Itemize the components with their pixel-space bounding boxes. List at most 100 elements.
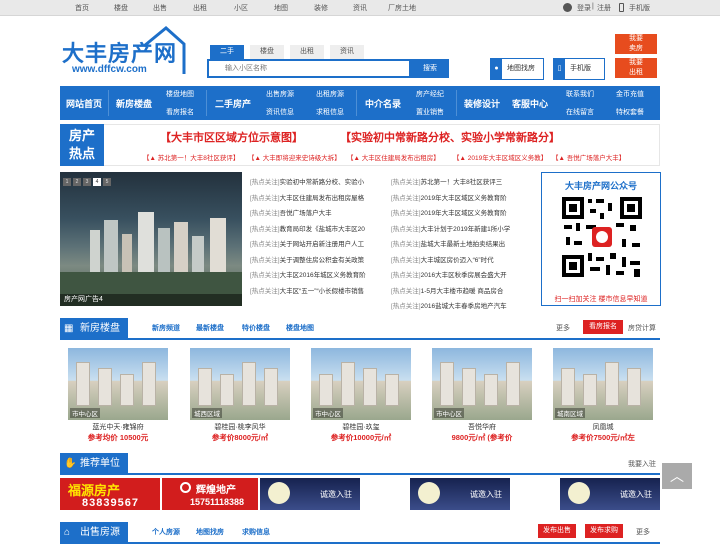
nav-sale-listings[interactable]: 出售房源 [266, 89, 294, 99]
visit-signup-button[interactable]: 看房报名 [583, 320, 623, 334]
news-item[interactable]: [热点关注]2019年大丰区域区义务教育阶 [391, 192, 513, 202]
news-item[interactable]: [热点关注]2019年大丰区域区义务教育阶 [391, 207, 513, 217]
nav-vip[interactable]: 特权套餐 [616, 107, 644, 117]
news-item[interactable]: [热点关注]实验初中常新路分校、实验小 [250, 176, 372, 186]
slider-page-5[interactable]: 5 [103, 178, 111, 186]
slider-page-4[interactable]: 4 [93, 178, 101, 186]
news-item[interactable]: [热点关注]关于网站开启新注册用户人工 [250, 238, 372, 248]
newhouse-link-latest[interactable]: 最新楼盘 [196, 323, 224, 333]
news-item[interactable]: [热点关注]苏北第一！大丰8社区获评三 [391, 176, 513, 186]
house-photo[interactable]: 市中心区 [68, 348, 168, 420]
register-link[interactable]: 注册 [597, 3, 611, 13]
ad-invite[interactable]: 诚邀入驻 [560, 478, 660, 510]
news-item[interactable]: [热点关注]关于调整住房公积金有关政策 [250, 254, 372, 264]
slider-page-2[interactable]: 2 [73, 178, 81, 186]
house-name[interactable]: 凤凰城 [553, 422, 653, 432]
news-item[interactable]: [热点关注]大丰计划于2019年新建1所小学 [391, 223, 513, 233]
publish-sale-button[interactable]: 发布出售 [538, 524, 576, 538]
house-photo[interactable]: 市中心区 [432, 348, 532, 420]
newhouse-link-special[interactable]: 特价楼盘 [242, 323, 270, 333]
top-link-rent[interactable]: 出租 [193, 3, 207, 13]
nav-rent-listings[interactable]: 出租房源 [316, 89, 344, 99]
house-name[interactable]: 碧桂园·桃李风华 [190, 422, 290, 432]
news-item[interactable]: [热点关注]大丰区住建局发布出租房屋格 [250, 192, 372, 202]
top-link-newhouse[interactable]: 楼盘 [114, 3, 128, 13]
search-tab-news[interactable]: 资讯 [330, 45, 364, 59]
top-link-news[interactable]: 资讯 [353, 3, 367, 13]
newhouse-link-map[interactable]: 楼盘地图 [286, 323, 314, 333]
news-item[interactable]: [热点关注]吾悦广场落户大丰 [250, 207, 372, 217]
news-item[interactable]: [热点关注]大丰区2016年城区义务教育阶 [250, 269, 372, 279]
hot-item[interactable]: 【▲ 苏北第一！大丰8社区获评】 [143, 152, 239, 162]
ad-slider[interactable]: 12345 房产网广告4 [60, 172, 242, 306]
house-photo[interactable]: 城南区域 [553, 348, 653, 420]
sale-link-map[interactable]: 地图找房 [196, 527, 224, 537]
search-tab-newhouse[interactable]: 楼盘 [250, 45, 284, 59]
hot-item[interactable]: 【▲ 2019年大丰区域区义务教】 [453, 152, 547, 162]
rent-out-button[interactable]: 我要 出租 [615, 58, 657, 78]
nav-broker[interactable]: 房产经纪 [416, 89, 444, 99]
newhouse-link-channel[interactable]: 新房频道 [152, 323, 180, 333]
hot-item[interactable]: 【▲ 大丰区住建局发布出租房】 [347, 152, 440, 162]
back-to-top-button[interactable]: ︿ [662, 463, 692, 489]
nav-message[interactable]: 在线留言 [566, 107, 594, 117]
sale-more-link[interactable]: 更多 [636, 527, 650, 537]
search-input[interactable] [209, 61, 399, 76]
nav-secondhand[interactable]: 二手房产 [215, 97, 251, 110]
nav-news-info[interactable]: 资讯信息 [266, 107, 294, 117]
news-item[interactable]: [热点关注]盐城大丰最新土地拍卖结果出 [391, 238, 513, 248]
map-search-button[interactable]: ● 地图找房 [490, 58, 544, 80]
nav-decoration[interactable]: 装修设计 [464, 97, 500, 110]
nav-sales[interactable]: 置业销售 [416, 107, 444, 117]
slider-page-1[interactable]: 1 [63, 178, 71, 186]
search-tab-secondhand[interactable]: 二手 [210, 45, 244, 59]
hot-item[interactable]: 【▲ 吾悦广场落户大丰】 [552, 152, 625, 162]
nav-contact[interactable]: 联系我们 [566, 89, 594, 99]
news-item[interactable]: [热点关注]2016盐城大丰春季房地产汽车 [391, 300, 513, 310]
news-item[interactable]: [热点关注]1-5月大丰楼市趋暖 商品房合 [391, 285, 513, 295]
nav-newhouse[interactable]: 新房楼盘 [116, 97, 152, 110]
slider-page-3[interactable]: 3 [83, 178, 91, 186]
nav-service[interactable]: 客服中心 [512, 97, 548, 110]
newhouse-more-link[interactable]: 更多 [556, 323, 570, 333]
sell-house-button[interactable]: 我要 卖房 [615, 34, 657, 54]
news-item[interactable]: [热点关注]大丰区“五一”“小长假楼市销售 [250, 285, 372, 295]
top-link-community[interactable]: 小区 [234, 3, 248, 13]
login-link[interactable]: 登录 [577, 3, 591, 13]
top-link-map[interactable]: 地图 [274, 3, 288, 13]
hot-headline-school[interactable]: 【实验初中常新路分校、实验小学常新路分】 [340, 129, 560, 145]
nav-building-map[interactable]: 楼盘地图 [166, 89, 194, 99]
hot-item[interactable]: 【▲ 大丰即将迎来史诗级大拆】 [248, 152, 341, 162]
top-link-sale[interactable]: 出售 [153, 3, 167, 13]
house-name[interactable]: 碧桂园·玖玺 [311, 422, 411, 432]
nav-recharge[interactable]: 金币充值 [616, 89, 644, 99]
hot-headline-map[interactable]: 【大丰市区区域方位示意图】 [160, 129, 303, 145]
join-link[interactable]: 我要入驻 [628, 459, 656, 469]
mortgage-calc-link[interactable]: 房贷计算 [628, 323, 656, 333]
search-button[interactable]: 搜索 [411, 59, 449, 78]
top-link-factory[interactable]: 厂房土地 [388, 3, 416, 13]
ad-invite[interactable]: 诚邀入驻 [260, 478, 360, 510]
sale-link-wanted[interactable]: 求购信息 [242, 527, 270, 537]
top-link-home[interactable]: 首页 [75, 3, 89, 13]
house-photo[interactable]: 城西区域 [190, 348, 290, 420]
ad-invite[interactable]: 诚邀入驻 [410, 478, 510, 510]
news-item[interactable]: [热点关注]2016大丰区秋季房展会盛大开 [391, 269, 513, 279]
publish-wanted-button[interactable]: 发布求购 [585, 524, 623, 538]
nav-visit-signup[interactable]: 看房报名 [166, 107, 194, 117]
nav-wanted-rent[interactable]: 求租信息 [316, 107, 344, 117]
sale-link-personal[interactable]: 个人房源 [152, 527, 180, 537]
house-name[interactable]: 吾悦华府 [432, 422, 532, 432]
house-name[interactable]: 蓝光中天·雍锦府 [68, 422, 168, 432]
news-item[interactable]: [热点关注]大丰城区房价迈入“6”时代 [391, 254, 513, 264]
news-item[interactable]: [热点关注]教育局印发《盐城市大丰区20 [250, 223, 372, 233]
ad-huihuang[interactable]: 辉煌地产 15751118388 [162, 478, 258, 510]
nav-home[interactable]: 网站首页 [66, 97, 102, 110]
nav-agents[interactable]: 中介名录 [365, 97, 401, 110]
ad-fuyuan[interactable]: 福源房产 83839567 [60, 478, 160, 510]
mobile-link[interactable]: 手机版 [629, 3, 650, 13]
mobile-version-button[interactable]: ▯ 手机版 [553, 58, 605, 80]
house-photo[interactable]: 市中心区 [311, 348, 411, 420]
search-tab-rent[interactable]: 出租 [290, 45, 324, 59]
top-link-decor[interactable]: 装修 [314, 3, 328, 13]
